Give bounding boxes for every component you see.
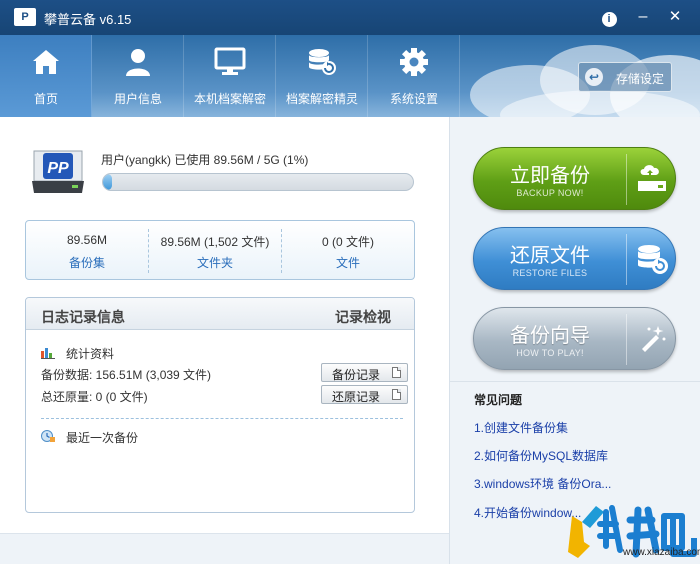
title-bar: P 攀普云备 v6.15 i – ✕ bbox=[0, 0, 700, 35]
monitor-icon bbox=[214, 47, 246, 75]
magic-wand-icon bbox=[642, 326, 666, 352]
divider bbox=[41, 418, 403, 419]
storage-settings-button[interactable]: ↩ 存储设定 bbox=[578, 62, 672, 92]
backup-wizard-label: 备份向导 bbox=[510, 325, 590, 347]
backup-history-icon bbox=[41, 430, 55, 442]
restore-files-label: 还原文件 bbox=[510, 245, 590, 267]
backup-data-text: 备份数据: 156.51M (3,039 文件) bbox=[41, 368, 212, 382]
database-restore-icon bbox=[309, 49, 336, 75]
info-icon: i bbox=[601, 12, 617, 27]
svg-text:PP: PP bbox=[47, 160, 69, 177]
backup-now-button[interactable]: 立即备份 BACKUP NOW! bbox=[473, 147, 676, 210]
user-icon bbox=[126, 49, 150, 76]
document-icon bbox=[392, 367, 401, 378]
info-button[interactable]: i bbox=[598, 6, 620, 28]
tab-decrypt-wizard-label: 档案解密精灵 bbox=[285, 92, 358, 106]
restore-total-text: 总还原量: 0 (0 文件) bbox=[41, 390, 148, 404]
tab-decrypt-wizard[interactable]: 档案解密精灵 bbox=[276, 35, 368, 117]
divider bbox=[450, 381, 700, 382]
action-panel: 立即备份 BACKUP NOW! 还原文件 RESTORE FILES 备份向导… bbox=[449, 117, 700, 564]
stats-heading: 统计资料 bbox=[66, 347, 115, 361]
faq-link[interactable]: 1.创建文件备份集 bbox=[474, 419, 568, 436]
log-panel: 日志记录信息 记录检视 统计资料 备份数据: 156.51M (3,039 文件… bbox=[25, 297, 415, 513]
backup-records-button[interactable]: 备份记录 bbox=[321, 363, 408, 382]
stat-folders-value: 89.56M (1,502 文件) bbox=[160, 235, 270, 249]
last-backup-label: 最近一次备份 bbox=[66, 431, 139, 445]
close-button[interactable]: ✕ bbox=[664, 6, 686, 28]
storage-settings-label: 存储设定 bbox=[616, 72, 665, 86]
cloud-upload-icon bbox=[638, 165, 666, 191]
document-icon bbox=[392, 389, 401, 400]
back-arrow-icon: ↩ bbox=[585, 68, 603, 86]
database-restore-icon bbox=[638, 245, 668, 274]
tab-user-info[interactable]: 用户信息 bbox=[92, 35, 184, 117]
log-header: 日志记录信息 记录检视 bbox=[26, 298, 414, 330]
restore-files-button[interactable]: 还原文件 RESTORE FILES bbox=[473, 227, 676, 290]
watermark-url: www.xiazaiba.com bbox=[623, 547, 700, 558]
stat-folders: 89.56M (1,502 文件) 文件夹 bbox=[149, 221, 281, 279]
tab-settings-label: 系统设置 bbox=[389, 92, 438, 106]
cloud-drive-icon: PP bbox=[32, 150, 84, 193]
stats-box: 89.56M 备份集 89.56M (1,502 文件) 文件夹 0 (0 文件… bbox=[25, 220, 415, 280]
stat-backup-sets-label[interactable]: 备份集 bbox=[26, 254, 148, 271]
faq-title: 常见问题 bbox=[474, 393, 523, 407]
usage-progress-fill bbox=[103, 174, 113, 190]
restore-records-button[interactable]: 还原记录 bbox=[321, 385, 408, 404]
gear-icon bbox=[400, 48, 428, 76]
main-toolbar: 首页 用户信息 本机档案解密 档案解密精灵 系统设置 ↩ 存储设定 bbox=[0, 35, 700, 117]
main-panel: PP 用户(yangkk) 已使用 89.56M / 5G (1%) 89.56… bbox=[0, 117, 449, 564]
restore-records-label: 还原记录 bbox=[332, 390, 381, 404]
usage-progress-bar bbox=[102, 173, 414, 191]
status-strip bbox=[0, 533, 449, 564]
log-title: 日志记录信息 bbox=[41, 309, 125, 325]
stat-backup-sets: 89.56M 备份集 bbox=[26, 221, 148, 279]
log-view-link[interactable]: 记录检视 bbox=[335, 307, 391, 327]
tab-home-label: 首页 bbox=[33, 92, 58, 106]
backup-wizard-button[interactable]: 备份向导 HOW TO PLAY! bbox=[473, 307, 676, 370]
home-icon bbox=[33, 50, 59, 74]
backup-records-label: 备份记录 bbox=[332, 368, 381, 382]
window-title: 攀普云备 v6.15 bbox=[44, 12, 132, 27]
usage-text: 用户(yangkk) 已使用 89.56M / 5G (1%) bbox=[101, 153, 309, 167]
tab-home[interactable]: 首页 bbox=[0, 35, 92, 117]
tab-user-info-label: 用户信息 bbox=[113, 92, 162, 106]
backup-now-label: 立即备份 bbox=[510, 165, 590, 187]
stat-files: 0 (0 文件) 文件 bbox=[282, 221, 414, 279]
app-logo-icon: P bbox=[14, 8, 36, 26]
stat-files-label[interactable]: 文件 bbox=[282, 254, 414, 271]
backup-now-sublabel: BACKUP NOW! bbox=[516, 188, 584, 198]
faq-link[interactable]: 3.windows环境 备份Ora... bbox=[474, 475, 611, 492]
tab-local-decrypt[interactable]: 本机档案解密 bbox=[184, 35, 276, 117]
stat-backup-sets-value: 89.56M bbox=[66, 233, 108, 247]
minimize-button[interactable]: – bbox=[632, 6, 654, 28]
backup-wizard-sublabel: HOW TO PLAY! bbox=[516, 348, 584, 358]
restore-files-sublabel: RESTORE FILES bbox=[512, 268, 588, 278]
stat-files-value: 0 (0 文件) bbox=[321, 235, 374, 249]
tab-local-decrypt-label: 本机档案解密 bbox=[193, 92, 266, 106]
faq-link[interactable]: 2.如何备份MySQL数据库 bbox=[474, 447, 608, 464]
stat-folders-label[interactable]: 文件夹 bbox=[149, 254, 281, 271]
bar-chart-icon bbox=[41, 348, 55, 359]
tab-settings[interactable]: 系统设置 bbox=[368, 35, 460, 117]
